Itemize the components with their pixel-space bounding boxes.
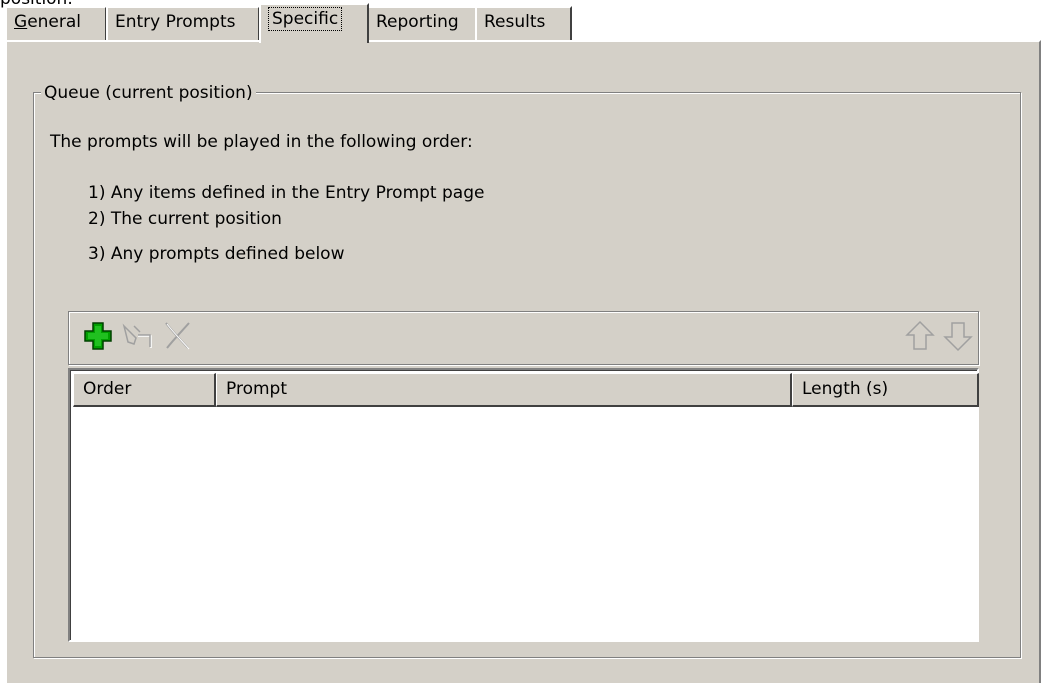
step-2-text: 2) The current position xyxy=(88,209,282,229)
tab-reporting[interactable]: Reporting xyxy=(367,6,477,40)
step-1-text: 1) Any items defined in the Entry Prompt… xyxy=(88,183,485,203)
tab-general-accel: G xyxy=(14,12,28,32)
column-header-prompt[interactable]: Prompt xyxy=(216,373,792,407)
prompt-list[interactable]: Order Prompt Length (s) xyxy=(68,368,979,642)
tab-general[interactable]: General xyxy=(5,6,107,40)
intro-text: The prompts will be played in the follow… xyxy=(50,132,473,152)
tab-entry-prompts-label: Entry Prompts xyxy=(115,12,236,32)
tab-results[interactable]: Results xyxy=(475,6,572,40)
tab-reporting-label: Reporting xyxy=(376,12,459,32)
tab-specific-label: Specific xyxy=(268,7,343,31)
edit-icon[interactable] xyxy=(120,318,156,354)
step-3-text: 3) Any prompts defined below xyxy=(88,244,345,264)
list-header: Order Prompt Length (s) xyxy=(73,373,979,407)
tab-general-label: eneral xyxy=(27,12,82,32)
tab-results-label: Results xyxy=(484,12,546,32)
prompt-toolbar xyxy=(68,311,979,365)
column-header-order[interactable]: Order xyxy=(73,373,216,407)
tab-specific[interactable]: Specific xyxy=(259,3,369,43)
add-icon[interactable] xyxy=(80,318,116,354)
move-down-icon[interactable] xyxy=(940,318,976,354)
column-header-length[interactable]: Length (s) xyxy=(792,373,979,407)
tab-entry-prompts[interactable]: Entry Prompts xyxy=(106,6,260,40)
move-up-icon[interactable] xyxy=(902,318,938,354)
delete-icon[interactable] xyxy=(160,318,196,354)
group-title: Queue (current position) xyxy=(41,81,256,105)
list-body[interactable] xyxy=(73,407,975,638)
